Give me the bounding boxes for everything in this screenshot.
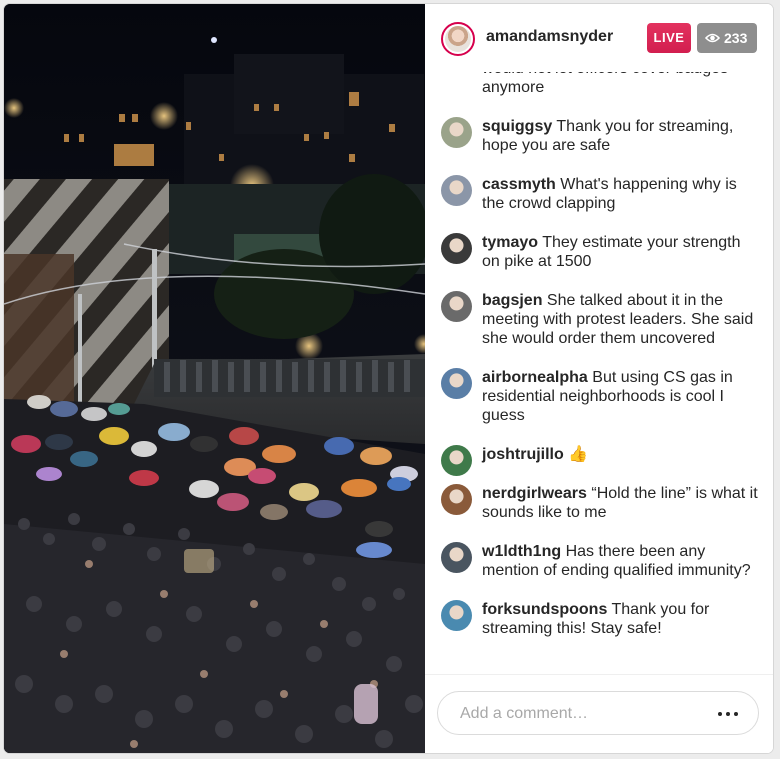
host-username[interactable]: amandamsnyder (486, 28, 613, 46)
comment-username[interactable]: cassmyth (482, 176, 556, 193)
commenter-avatar[interactable] (441, 233, 472, 264)
comment-item: forksundspoons Thank you for streaming t… (425, 600, 773, 638)
more-options-icon (718, 712, 722, 716)
comment-item: tymayo They estimate your strength on pi… (425, 233, 773, 271)
comment-username[interactable]: forksundspoons (482, 601, 607, 618)
comment-username[interactable]: tymayo (482, 234, 538, 251)
commenter-avatar[interactable] (441, 175, 472, 206)
comment-username[interactable]: bagsjen (482, 292, 542, 309)
commenter-avatar[interactable] (441, 368, 472, 399)
comment-composer (425, 674, 773, 753)
live-stream-window: amandamsnyder LIVE 233 problem, but was … (4, 4, 773, 753)
protest-night-scene (4, 4, 425, 753)
comment-username[interactable]: airbornealpha (482, 369, 588, 386)
comment-username[interactable]: nerdgirlwears (482, 485, 587, 502)
host-avatar[interactable] (441, 22, 475, 56)
comment-item: nerdgirlwears “Hold the line” is what it… (425, 484, 773, 522)
comment-list[interactable]: problem, but was now educated, and would… (425, 40, 773, 674)
comment-text: 👍 (568, 446, 589, 463)
viewer-count: 233 (724, 30, 748, 46)
eye-icon (705, 33, 720, 43)
comment-item: squiggsy Thank you for streaming, hope y… (425, 117, 773, 155)
comments-panel: amandamsnyder LIVE 233 problem, but was … (425, 4, 773, 753)
commenter-avatar[interactable] (441, 291, 472, 322)
comment-username[interactable]: w1ldth1ng (482, 543, 561, 560)
comment-username[interactable]: squiggsy (482, 118, 552, 135)
comment-username[interactable]: joshtrujillo (482, 446, 564, 463)
live-video[interactable] (4, 4, 425, 753)
comment-item: cassmyth What's happening why is the cro… (425, 175, 773, 213)
commenter-avatar[interactable] (441, 600, 472, 631)
comment-field-wrapper[interactable] (437, 691, 759, 735)
commenter-avatar[interactable] (441, 484, 472, 515)
commenter-avatar[interactable] (441, 445, 472, 476)
commenter-avatar[interactable] (441, 117, 472, 148)
comment-item: joshtrujillo 👍 (425, 445, 773, 476)
comment-input[interactable] (458, 702, 702, 726)
comment-item: bagsjen She talked about it in the meeti… (425, 291, 773, 348)
more-options-button[interactable] (716, 705, 740, 721)
comment-item: airbornealpha But using CS gas in reside… (425, 368, 773, 425)
comment-item: w1ldth1ng Has there been any mention of … (425, 542, 773, 580)
viewer-count-badge[interactable]: 233 (697, 23, 757, 53)
commenter-avatar[interactable] (441, 542, 472, 573)
stream-header: amandamsnyder LIVE 233 (425, 4, 773, 72)
live-badge: LIVE (647, 23, 691, 53)
